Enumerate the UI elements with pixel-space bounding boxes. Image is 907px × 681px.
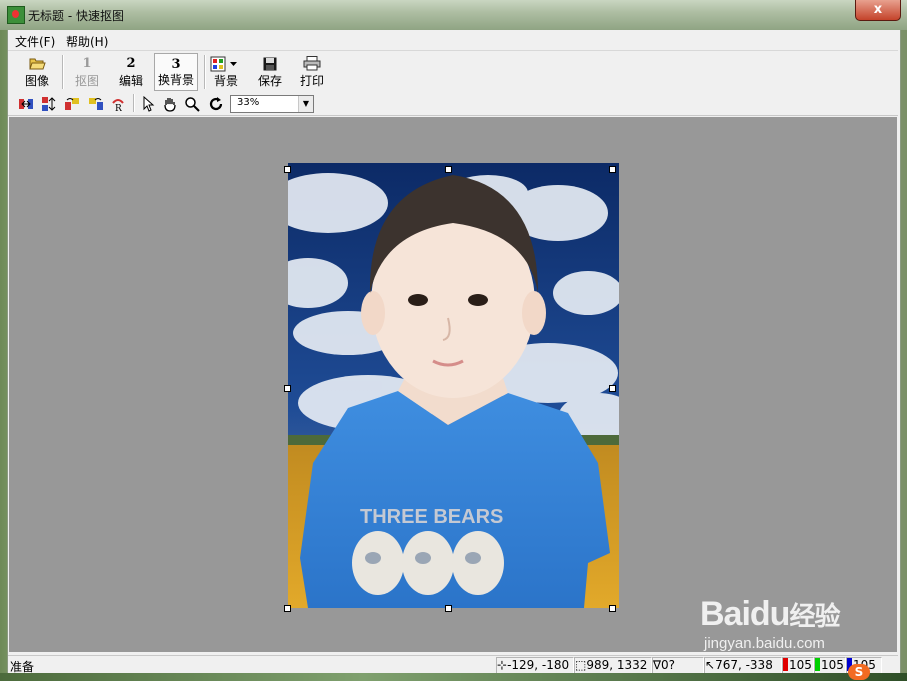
main-toolbar: 图像 1 抠图 2 编辑 3 换背景 背景 保存 打印 [8,50,898,94]
flip-horizontal-icon[interactable] [18,96,34,112]
status-angle: ∇0? [652,657,704,674]
image-button[interactable]: 图像 [18,53,56,91]
menu-help[interactable]: 帮助(H) [66,33,108,50]
status-bar: 准备 ⊹-129, -180 ⬚989, 1332 ∇0? ↖767, -338… [8,655,898,674]
watermark-brand: Baidu [700,595,790,633]
open-folder-icon [29,58,46,70]
step2-edit-button[interactable]: 2 编辑 [112,53,150,91]
color-palette-icon [210,56,237,72]
desktop-taskbar-strip [0,673,907,681]
position-icon: ⊹ [497,658,508,672]
resize-handle-bottom-right[interactable] [609,605,616,612]
resize-handle-bottom[interactable] [445,605,452,612]
shirt-print-text: THREE BEARS [360,506,503,528]
save-label: 保存 [257,74,282,88]
toolbar-separator [204,55,206,89]
portrait-photo: THREE BEARS [288,163,619,608]
size-value: 989, 1332 [586,658,648,672]
photo-image[interactable]: THREE BEARS [288,163,619,608]
red-value: 105 [789,658,812,672]
print-label: 打印 [299,74,324,88]
baidu-jingyan-watermark: Baidu经验 jingyan.baidu.com [700,585,900,655]
resize-handle-top-right[interactable] [609,166,616,173]
zoom-dropdown[interactable]: 33% ▼ [230,95,314,113]
watermark-url: jingyan.baidu.com [704,635,825,652]
background-button[interactable]: 背景 [208,53,244,91]
menu-bar: 文件(F) 帮助(H) [8,30,898,49]
status-green: 105 [814,657,846,674]
toolbar-separator [62,55,64,89]
status-size: ⬚989, 1332 [574,657,652,674]
step3-change-background-button[interactable]: 3 换背景 [154,53,198,91]
position-value: -129, -180 [507,658,570,672]
chevron-down-icon[interactable]: ▼ [298,96,313,112]
ime-logo-icon[interactable]: S [848,664,870,680]
zoom-value: 33% [237,97,260,108]
resize-handle-bottom-left[interactable] [284,605,291,612]
watermark-suffix: 经验 [789,601,840,631]
resize-handle-right[interactable] [609,385,616,392]
image-button-label: 图像 [24,74,49,88]
resize-handle-top-left[interactable] [284,166,291,173]
resize-handle-left[interactable] [284,385,291,392]
step1-cutout-button[interactable]: 1 抠图 [68,53,106,91]
rotate-left-icon[interactable] [64,96,80,112]
status-red: 105 [782,657,814,674]
status-cursor: ↖767, -338 [704,657,782,674]
red-swatch [783,658,788,671]
free-rotate-icon[interactable]: R [110,96,126,112]
refresh-icon[interactable] [208,96,224,112]
menu-file[interactable]: 文件(F) [15,33,55,50]
rotate-right-icon[interactable] [88,96,104,112]
printer-icon [303,56,321,71]
flip-vertical-icon[interactable] [40,96,56,112]
resize-handle-top[interactable] [445,166,452,173]
status-position: ⊹-129, -180 [496,657,574,674]
background-label: 背景 [213,74,238,88]
app-icon [7,6,25,24]
step3-number: 3 [171,57,181,72]
edit-toolbar: R 33% ▼ [8,93,898,116]
step1-label: 抠图 [74,74,99,88]
print-button[interactable]: 打印 [294,53,330,91]
size-icon: ⬚ [575,658,587,672]
step2-number: 2 [126,56,136,71]
cursor-icon: ↖ [705,658,716,672]
step3-label: 换背景 [157,73,194,87]
zoom-magnifier-icon[interactable] [184,96,200,112]
pointer-arrow-icon[interactable] [140,96,156,112]
close-button[interactable]: x [855,0,901,21]
toolbar-separator [133,94,135,112]
title-bar: 无标题 - 快速抠图 x [0,0,907,30]
green-swatch [815,658,820,671]
angle-value: 0? [661,658,676,672]
step2-label: 编辑 [118,74,143,88]
cursor-value: 767, -338 [715,658,773,672]
svg-text:R: R [115,104,122,112]
hand-pan-icon[interactable] [162,96,178,112]
step1-number: 1 [82,56,92,71]
green-value: 105 [821,658,844,672]
window-title: 无标题 - 快速抠图 [28,9,124,23]
floppy-disk-icon [263,57,277,71]
save-button[interactable]: 保存 [252,53,288,91]
angle-icon: ∇ [653,658,662,672]
